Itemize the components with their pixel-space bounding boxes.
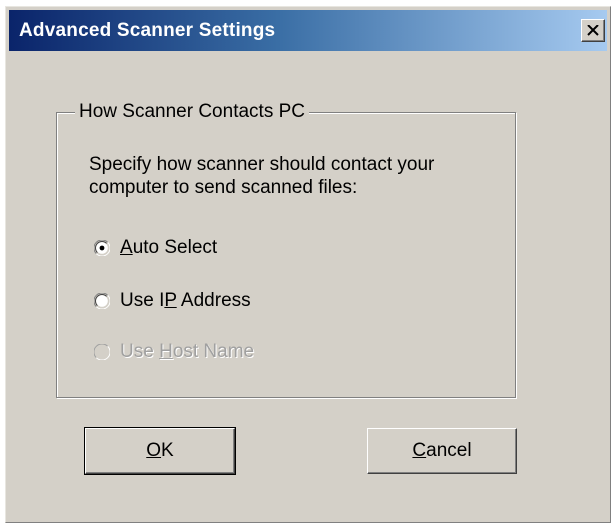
radio-label-use-ip-address: Use IP Address bbox=[120, 290, 251, 311]
description-line-2: computer to send scanned files: bbox=[89, 177, 358, 198]
radio-auto-select[interactable]: Auto Select bbox=[94, 237, 217, 259]
cancel-button[interactable]: Cancel bbox=[367, 428, 517, 474]
title-bar[interactable]: Advanced Scanner Settings bbox=[9, 10, 607, 51]
ok-button-label: OK bbox=[146, 440, 174, 461]
dialog-window: Advanced Scanner Settings How Scanner Co… bbox=[5, 6, 611, 523]
radio-label-use-host-name: Use Host Name bbox=[120, 341, 255, 362]
cancel-button-label: Cancel bbox=[412, 440, 472, 461]
scanner-contact-groupbox: How Scanner Contacts PC Specify how scan… bbox=[56, 101, 516, 398]
radio-use-host-name[interactable]: Use Host Name bbox=[94, 341, 254, 363]
radio-label-auto-select: Auto Select bbox=[120, 237, 218, 258]
radio-disabled-icon[interactable] bbox=[94, 344, 110, 360]
groupbox-label: How Scanner Contacts PC bbox=[75, 101, 309, 123]
radio-use-ip-address[interactable]: Use IP Address bbox=[94, 290, 251, 312]
close-icon bbox=[587, 25, 599, 36]
ok-button[interactable]: OK bbox=[84, 427, 236, 475]
window-title: Advanced Scanner Settings bbox=[19, 20, 276, 41]
description-text: Specify how scanner should contact your … bbox=[89, 153, 509, 199]
radio-selected-icon[interactable] bbox=[94, 240, 110, 256]
close-button[interactable] bbox=[581, 19, 605, 42]
radio-unselected-icon[interactable] bbox=[94, 293, 110, 309]
description-line-1: Specify how scanner should contact your bbox=[89, 154, 435, 175]
